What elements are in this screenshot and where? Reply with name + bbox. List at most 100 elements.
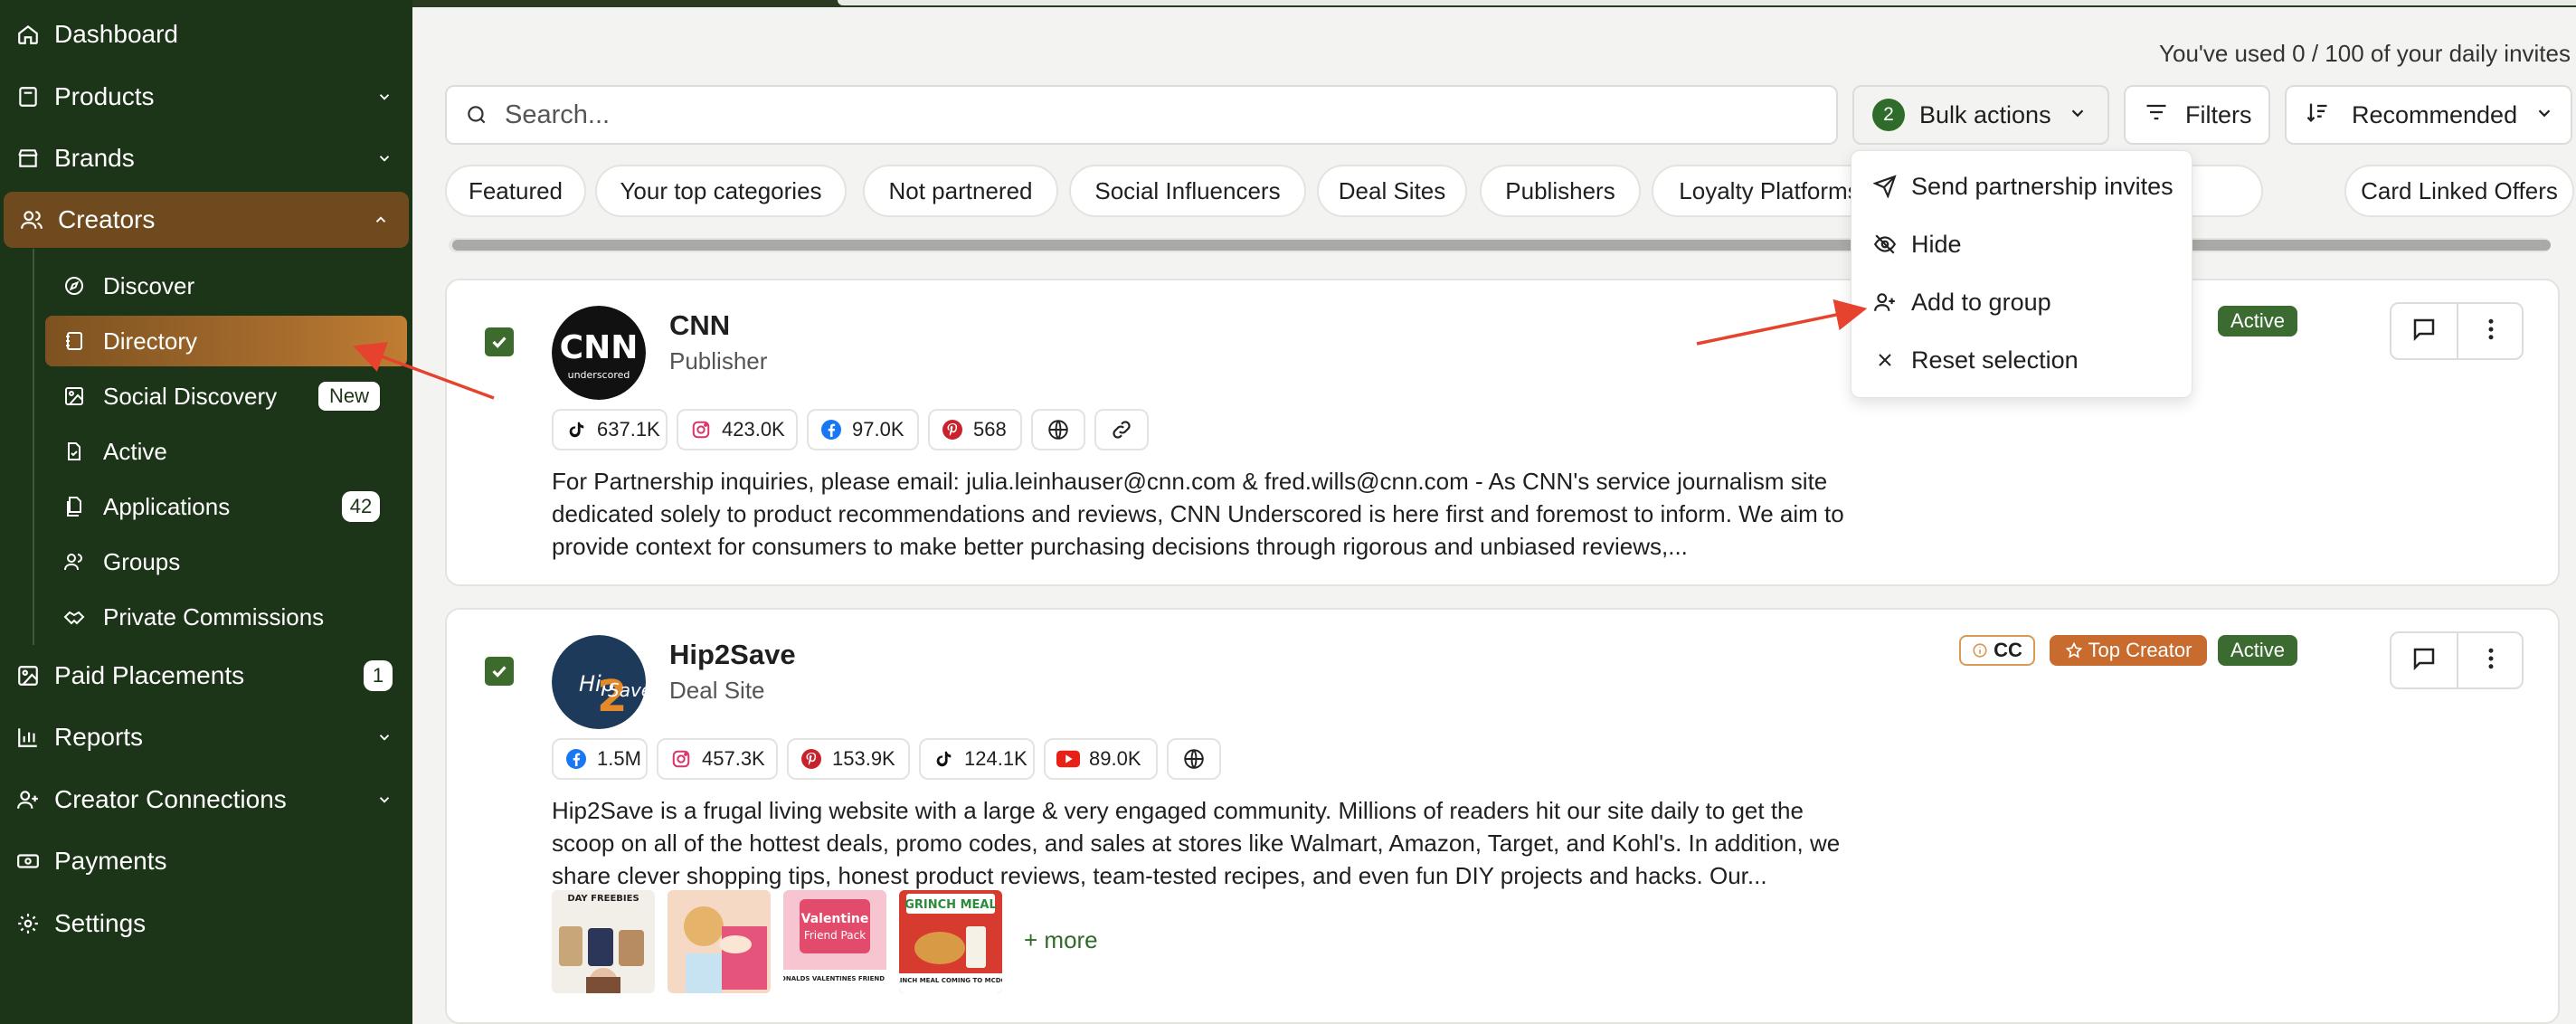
sidebar-item-label: Groups xyxy=(103,547,181,575)
stat-youtube[interactable]: 89.0K xyxy=(1044,738,1158,780)
creator-name[interactable]: CNN xyxy=(669,309,730,342)
sidebar: Dashboard Products Brands Creators Disco… xyxy=(0,0,412,1024)
submenu-guide-line xyxy=(33,249,34,645)
menu-item-reset-selection[interactable]: Reset selection xyxy=(1852,332,2192,388)
instagram-icon xyxy=(669,747,693,771)
chevron-down-icon xyxy=(2068,101,2088,129)
search-box[interactable] xyxy=(445,85,1838,145)
chip-social-influencers[interactable]: Social Influencers xyxy=(1069,165,1306,217)
chip-publishers[interactable]: Publishers xyxy=(1480,165,1641,217)
search-input[interactable] xyxy=(505,100,1825,130)
menu-item-add-to-group[interactable]: Add to group xyxy=(1852,274,2192,330)
sidebar-item-social-discovery[interactable]: Social Discovery New xyxy=(45,371,407,422)
sidebar-item-label: Paid Placements xyxy=(54,661,245,689)
sidebar-item-reports[interactable]: Reports xyxy=(0,709,412,765)
sort-dropdown[interactable]: Recommended xyxy=(2285,85,2572,145)
menu-item-send-invites[interactable]: Send partnership invites xyxy=(1852,158,2192,214)
stat-instagram[interactable]: 423.0K xyxy=(677,409,798,450)
sidebar-item-label: Creators xyxy=(58,205,156,233)
image-icon xyxy=(62,384,87,409)
creator-card[interactable]: Hip2Save Hip2Save Deal Site 1.5M 457.3K … xyxy=(445,608,2560,1024)
cc-badge-label: CC xyxy=(1994,639,2022,661)
sidebar-item-label: Active xyxy=(103,437,167,465)
message-button[interactable] xyxy=(2391,633,2458,687)
svg-text:GRINCH MEAL: GRINCH MEAL xyxy=(904,898,997,912)
chevron-down-icon xyxy=(374,790,394,810)
avatar: Hip2Save xyxy=(552,635,646,729)
chevron-up-icon xyxy=(371,210,391,230)
more-options-button[interactable] xyxy=(2458,304,2524,358)
user-plus-icon xyxy=(14,786,42,813)
select-checkbox[interactable] xyxy=(485,327,514,356)
creator-type: Deal Site xyxy=(669,677,765,704)
home-icon xyxy=(14,21,42,48)
sidebar-item-paid-placements[interactable]: Paid Placements 1 xyxy=(0,648,412,704)
website-link[interactable] xyxy=(1167,738,1221,780)
handshake-icon xyxy=(62,604,87,630)
svg-text:Save: Save xyxy=(608,679,646,701)
external-link[interactable] xyxy=(1094,409,1149,450)
content-thumbnail[interactable]: DAY FREEBIES xyxy=(552,890,655,993)
sidebar-item-private-commissions[interactable]: Private Commissions xyxy=(45,592,407,642)
link-icon xyxy=(1110,418,1133,441)
sidebar-item-creators[interactable]: Creators xyxy=(4,192,409,248)
creator-card[interactable]: CNN underscored CNN Publisher 637.1K 423.… xyxy=(445,279,2560,586)
stat-instagram[interactable]: 457.3K xyxy=(657,738,778,780)
filters-button[interactable]: Filters xyxy=(2124,85,2270,145)
chip-not-partnered[interactable]: Not partnered xyxy=(863,165,1058,217)
sidebar-item-products[interactable]: Products xyxy=(0,69,412,125)
stat-facebook[interactable]: 97.0K xyxy=(807,409,919,450)
compass-icon xyxy=(62,273,87,299)
horizontal-scrollbar[interactable] xyxy=(449,238,2551,252)
content-thumbnail[interactable]: GRINCH MEAL NEW GRINCH MEAL COMING TO MCD… xyxy=(899,890,1002,993)
svg-text:Valentine: Valentine xyxy=(801,912,869,926)
stat-tiktok[interactable]: 124.1K xyxy=(919,738,1035,780)
card-actions xyxy=(2390,631,2524,689)
content-thumbnail[interactable] xyxy=(668,890,771,993)
sidebar-item-creator-connections[interactable]: Creator Connections xyxy=(0,772,412,828)
stat-pinterest[interactable]: 153.9K xyxy=(787,738,910,780)
more-vertical-icon xyxy=(2477,316,2505,347)
stat-tiktok[interactable]: 637.1K xyxy=(552,409,668,450)
sidebar-item-brands[interactable]: Brands xyxy=(0,130,412,186)
sidebar-item-label: Directory xyxy=(103,327,198,355)
chip-top-categories[interactable]: Your top categories xyxy=(595,165,847,217)
sidebar-item-groups[interactable]: Groups xyxy=(45,536,407,587)
sidebar-item-discover[interactable]: Discover xyxy=(45,261,407,311)
website-link[interactable] xyxy=(1031,409,1085,450)
sidebar-item-payments[interactable]: Payments xyxy=(0,833,412,889)
menu-item-hide[interactable]: Hide xyxy=(1852,216,2192,272)
top-strip xyxy=(412,0,2576,7)
bulk-actions-label: Bulk actions xyxy=(1919,100,2051,128)
sidebar-item-applications[interactable]: Applications 42 xyxy=(45,481,407,532)
creator-type: Publisher xyxy=(669,347,768,375)
filters-label: Filters xyxy=(2185,100,2252,128)
chip-deal-sites[interactable]: Deal Sites xyxy=(1317,165,1467,217)
message-button[interactable] xyxy=(2391,304,2458,358)
more-options-button[interactable] xyxy=(2458,633,2524,687)
sidebar-item-label: Social Discovery xyxy=(103,382,278,410)
status-badge: Active xyxy=(2218,635,2297,666)
users-icon xyxy=(18,206,45,233)
stat-value: 568 xyxy=(973,418,1007,441)
stat-facebook[interactable]: 1.5M xyxy=(552,738,648,780)
sidebar-item-settings[interactable]: Settings xyxy=(0,896,412,952)
bulk-actions-button[interactable]: 2 Bulk actions xyxy=(1852,85,2109,145)
select-checkbox[interactable] xyxy=(485,657,514,686)
creator-name[interactable]: Hip2Save xyxy=(669,639,796,671)
stat-pinterest[interactable]: 568 xyxy=(928,409,1022,450)
gear-icon xyxy=(14,910,42,937)
more-content-link[interactable]: + more xyxy=(1024,926,1098,954)
message-icon xyxy=(2410,316,2438,347)
chip-card-linked-offers[interactable]: Card Linked Offers xyxy=(2344,165,2574,217)
chip-featured[interactable]: Featured xyxy=(445,165,586,217)
sidebar-item-label: Discover xyxy=(103,271,195,299)
sidebar-item-dashboard[interactable]: Dashboard xyxy=(0,6,412,62)
sidebar-item-directory[interactable]: Directory xyxy=(45,316,407,366)
sidebar-item-active[interactable]: Active xyxy=(45,426,407,477)
sidebar-item-label: Applications xyxy=(103,492,231,520)
content-thumbnail[interactable]: Valentine Friend Pack MCDONALDS VALENTINES… xyxy=(783,890,886,993)
scrollbar-thumb[interactable] xyxy=(452,240,2551,251)
stat-value: 153.9K xyxy=(832,747,895,770)
category-chips: Featured Your top categories Not partner… xyxy=(445,165,2576,219)
